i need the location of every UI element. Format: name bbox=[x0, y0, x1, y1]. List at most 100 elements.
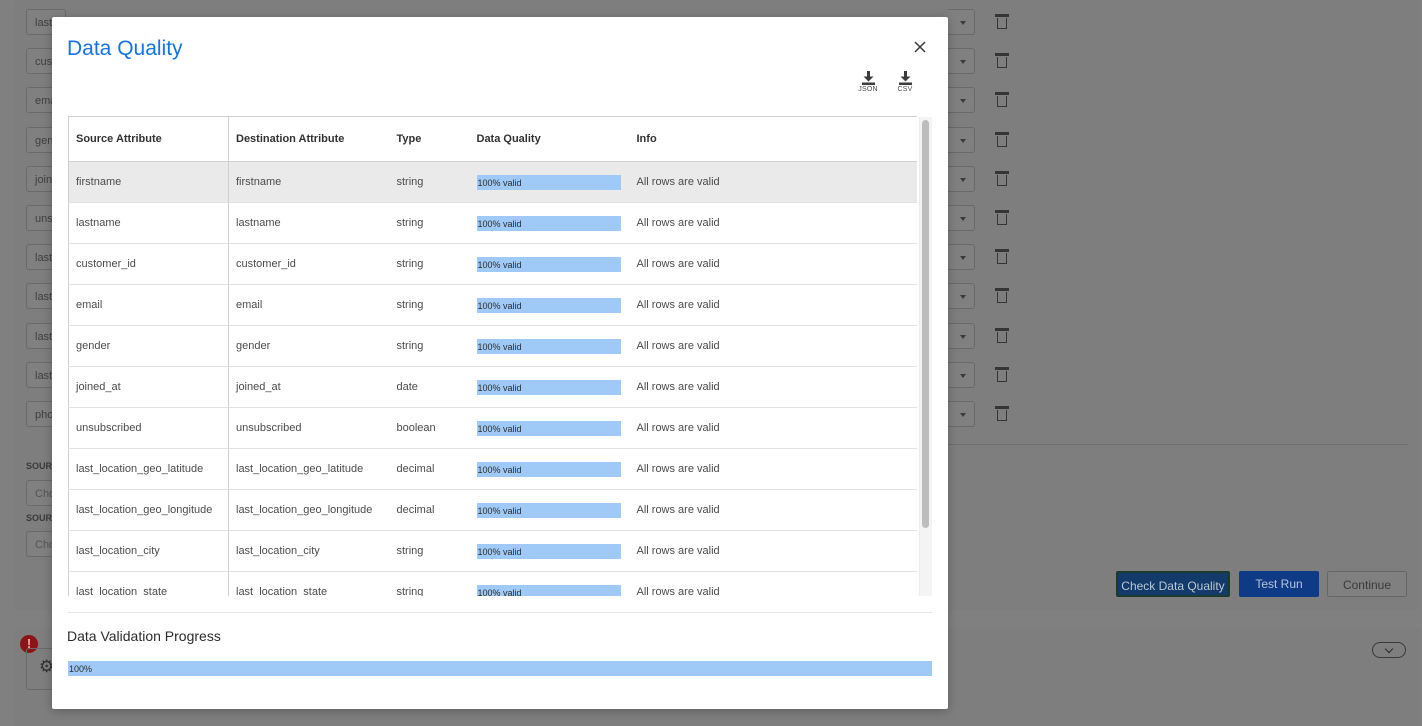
data-quality-cell: 100% valid bbox=[469, 202, 630, 244]
mapping-dropdown-toggle[interactable] bbox=[948, 323, 975, 349]
data-quality-bar: 100% valid bbox=[476, 379, 621, 395]
table-row[interactable]: gender gender string 100% valid All rows are… bbox=[68, 325, 917, 367]
data-quality-cell: 100% valid bbox=[469, 448, 630, 490]
type-cell: string bbox=[389, 202, 470, 244]
source-attribute-cell: last_location_state bbox=[68, 571, 229, 596]
mapping-dropdown-toggle[interactable] bbox=[948, 205, 975, 231]
destination-attribute-cell: last_location_geo_latitude bbox=[228, 448, 390, 490]
mapping-dropdown-toggle[interactable] bbox=[948, 401, 975, 427]
download-icon bbox=[898, 71, 912, 85]
trash-icon[interactable] bbox=[995, 367, 1009, 383]
continue-button[interactable]: Continue bbox=[1327, 571, 1407, 597]
info-cell: All rows are valid bbox=[629, 325, 917, 367]
trash-icon[interactable] bbox=[995, 171, 1009, 187]
data-quality-bar: 100% valid bbox=[476, 420, 621, 436]
mapping-dropdown-toggle[interactable] bbox=[948, 87, 975, 113]
info-cell: All rows are valid bbox=[629, 284, 917, 326]
destination-attribute-cell: joined_at bbox=[228, 366, 390, 408]
source-select[interactable]: Cho bbox=[26, 480, 52, 506]
table-row[interactable]: last_location_state last_location_state st… bbox=[68, 571, 917, 597]
trash-icon[interactable] bbox=[995, 14, 1009, 30]
data-quality-cell: 100% valid bbox=[469, 243, 630, 285]
source-label: SOUR bbox=[26, 513, 52, 523]
table-row[interactable]: unsubscribed unsubscribed boolean 100% vali… bbox=[68, 407, 917, 449]
destination-attribute-cell: firstname bbox=[228, 161, 390, 203]
data-quality-cell: 100% valid bbox=[469, 284, 630, 326]
mapping-dropdown-toggle[interactable] bbox=[948, 362, 975, 388]
data-quality-table: Source Attribute Destination Attribute T… bbox=[68, 116, 917, 596]
info-cell: All rows are valid bbox=[629, 489, 917, 531]
data-quality-label: 100% valid bbox=[477, 259, 522, 270]
data-quality-modal: Data Quality JSON CSV Source Attribute D… bbox=[52, 17, 948, 709]
data-quality-cell: 100% valid bbox=[469, 161, 630, 203]
column-header-source[interactable]: Source Attribute bbox=[68, 116, 229, 162]
mapping-dropdown-toggle[interactable] bbox=[948, 9, 975, 35]
source-select[interactable]: Cho bbox=[26, 531, 52, 557]
table-header-row: Source Attribute Destination Attribute T… bbox=[68, 116, 917, 162]
table-row[interactable]: last_location_geo_latitude last_location_… bbox=[68, 448, 917, 490]
column-header-type[interactable]: Type bbox=[389, 116, 470, 162]
download-csv-button[interactable]: CSV bbox=[890, 71, 920, 93]
data-quality-bar: 100% valid bbox=[476, 543, 621, 559]
destination-attribute-cell: last_location_city bbox=[228, 530, 390, 572]
source-attribute-cell: customer_id bbox=[68, 243, 229, 285]
info-cell: All rows are valid bbox=[629, 571, 917, 596]
table-row[interactable]: customer_id customer_id string 100% valid Al… bbox=[68, 243, 917, 285]
destination-attribute-cell: last_location_geo_longitude bbox=[228, 489, 390, 531]
table-row[interactable]: lastname lastname string 100% valid All rows… bbox=[68, 202, 917, 244]
trash-icon[interactable] bbox=[995, 406, 1009, 422]
column-header-destination[interactable]: Destination Attribute bbox=[228, 116, 390, 162]
data-quality-label: 100% valid bbox=[477, 341, 522, 352]
source-attribute-cell: unsubscribed bbox=[68, 407, 229, 449]
data-quality-bar: 100% valid bbox=[476, 297, 621, 313]
mapping-dropdown-toggle[interactable] bbox=[948, 166, 975, 192]
download-json-button[interactable]: JSON bbox=[853, 71, 883, 93]
data-quality-bar: 100% valid bbox=[476, 174, 621, 190]
type-cell: date bbox=[389, 366, 470, 408]
table-row[interactable]: email email string 100% valid All rows are v… bbox=[68, 284, 917, 326]
trash-icon[interactable] bbox=[995, 92, 1009, 108]
data-quality-label: 100% valid bbox=[477, 300, 522, 311]
table-scrollbar[interactable] bbox=[919, 117, 932, 596]
column-header-info[interactable]: Info bbox=[629, 116, 917, 162]
data-quality-label: 100% valid bbox=[477, 505, 522, 516]
data-quality-label: 100% valid bbox=[477, 587, 522, 597]
column-header-data-quality[interactable]: Data Quality bbox=[469, 116, 630, 162]
trash-icon[interactable] bbox=[995, 328, 1009, 344]
table-row[interactable]: last_location_city last_location_city stri… bbox=[68, 530, 917, 572]
data-quality-bar: 100% valid bbox=[476, 461, 621, 477]
type-cell: boolean bbox=[389, 407, 470, 449]
table-row[interactable]: firstname firstname string 100% valid All ro… bbox=[68, 161, 917, 203]
source-attribute-cell: lastname bbox=[68, 202, 229, 244]
source-attribute-cell: joined_at bbox=[68, 366, 229, 408]
collapse-button[interactable] bbox=[1372, 642, 1406, 658]
trash-icon[interactable] bbox=[995, 210, 1009, 226]
divider bbox=[948, 444, 1408, 445]
table-row[interactable]: joined_at joined_at date 100% valid All rows… bbox=[68, 366, 917, 408]
trash-icon[interactable] bbox=[995, 288, 1009, 304]
check-data-quality-button[interactable]: Check Data Quality bbox=[1116, 571, 1230, 597]
mapping-dropdown-toggle[interactable] bbox=[948, 283, 975, 309]
info-cell: All rows are valid bbox=[629, 366, 917, 408]
mapping-dropdown-toggle[interactable] bbox=[948, 48, 975, 74]
data-quality-table-container[interactable]: Source Attribute Destination Attribute T… bbox=[68, 116, 917, 596]
source-attribute-cell: firstname bbox=[68, 161, 229, 203]
progress-label: 100% bbox=[69, 664, 93, 674]
info-cell: All rows are valid bbox=[629, 202, 917, 244]
test-run-button[interactable]: Test Run bbox=[1239, 571, 1319, 597]
table-row[interactable]: last_location_geo_longitude last_location… bbox=[68, 489, 917, 531]
mapping-dropdown-toggle[interactable] bbox=[948, 127, 975, 153]
mapping-dropdown-toggle[interactable] bbox=[948, 244, 975, 270]
trash-icon[interactable] bbox=[995, 53, 1009, 69]
type-cell: decimal bbox=[389, 448, 470, 490]
scrollbar-thumb[interactable] bbox=[922, 120, 929, 528]
source-attribute-cell: last_location_geo_latitude bbox=[68, 448, 229, 490]
trash-icon[interactable] bbox=[995, 132, 1009, 148]
source-attribute-cell: last_location_geo_longitude bbox=[68, 489, 229, 531]
download-csv-label: CSV bbox=[897, 86, 913, 93]
close-button[interactable] bbox=[910, 37, 930, 57]
trash-icon[interactable] bbox=[995, 249, 1009, 265]
progress-fill bbox=[68, 661, 932, 676]
destination-attribute-cell: customer_id bbox=[228, 243, 390, 285]
data-quality-bar: 100% valid bbox=[476, 256, 621, 272]
